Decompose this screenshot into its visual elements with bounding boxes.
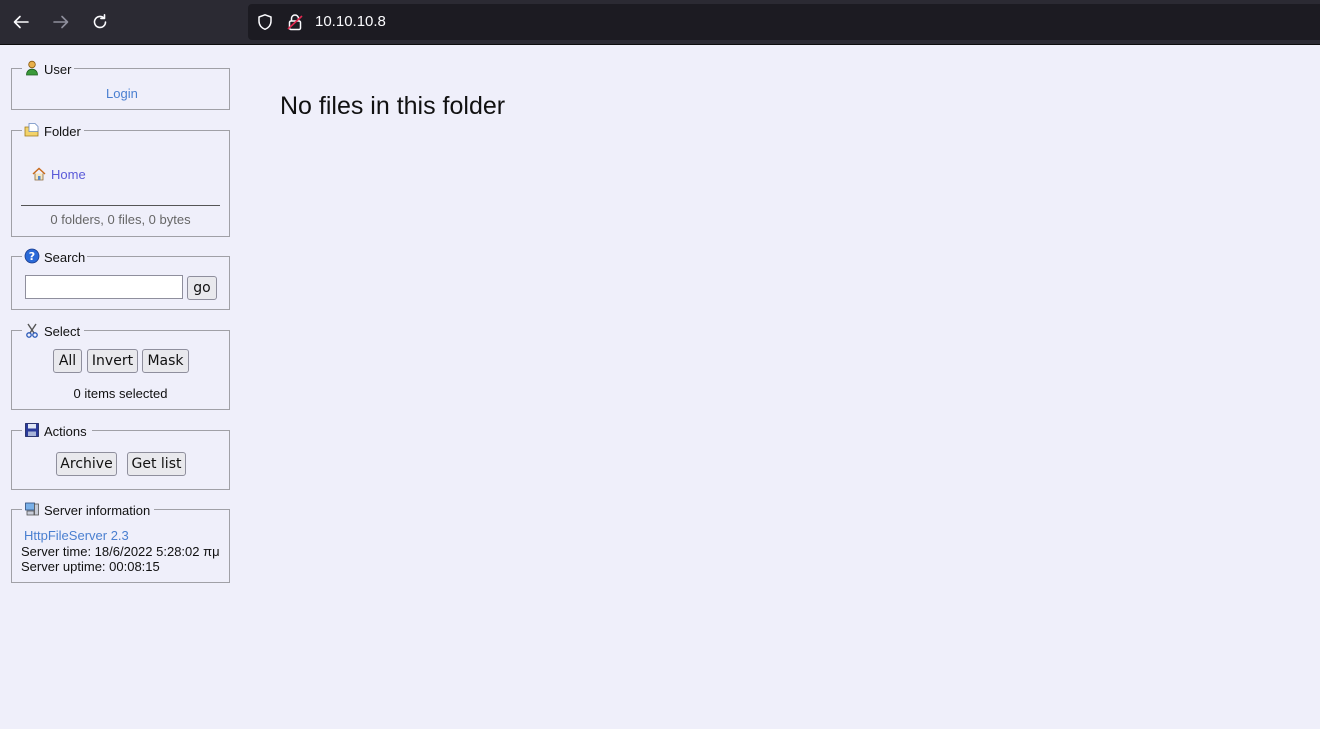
server-time: Server time: 18/6/2022 5:28:02 πμ — [21, 544, 220, 559]
computer-icon — [25, 502, 39, 516]
select-panel: Select All Invert Mask 0 items selected — [11, 321, 230, 410]
svg-text:?: ? — [29, 250, 35, 263]
server-info-panel: Server information HttpFileServer 2.3 Se… — [11, 500, 230, 583]
url-text[interactable]: 10.10.10.8 — [315, 13, 386, 30]
arrow-right-icon — [53, 15, 69, 29]
actions-legend: Actions — [22, 421, 88, 439]
folder-panel: Folder Home 0 folders, 0 files, 0 bytes — [11, 121, 230, 237]
folder-legend: Folder — [22, 121, 82, 139]
folder-icon — [24, 123, 39, 137]
user-legend: User — [22, 59, 73, 77]
user-legend-label: User — [44, 62, 72, 77]
select-legend-label: Select — [44, 324, 81, 339]
selected-count: 0 items selected — [73, 386, 168, 401]
login-link[interactable]: Login — [106, 86, 138, 101]
select-mask-button[interactable]: Mask — [142, 349, 189, 373]
reload-icon — [93, 14, 107, 29]
server-info-legend-label: Server information — [44, 503, 151, 518]
select-legend: Select — [22, 321, 82, 339]
select-invert-button[interactable]: Invert — [87, 349, 138, 373]
search-panel: ? Search go — [11, 247, 230, 310]
save-disk-icon — [25, 423, 39, 437]
server-info-legend: Server information — [22, 500, 152, 518]
search-go-button[interactable]: go — [187, 276, 217, 300]
browser-toolbar: 10.10.10.8 — [0, 0, 1320, 44]
actions-panel: Actions Archive Get list — [11, 421, 230, 490]
server-uptime: Server uptime: 00:08:15 — [21, 559, 160, 574]
back-button[interactable] — [9, 10, 33, 34]
user-panel: User Login — [11, 59, 230, 110]
scissors-icon — [26, 323, 38, 338]
shield-icon[interactable] — [256, 13, 274, 31]
folder-divider — [21, 205, 220, 206]
reload-button[interactable] — [88, 10, 112, 34]
folder-legend-label: Folder — [44, 124, 81, 139]
home-link[interactable]: Home — [31, 166, 86, 182]
home-link-label[interactable]: Home — [51, 167, 86, 182]
user-icon — [26, 60, 38, 76]
search-legend: ? Search — [22, 247, 87, 265]
insecure-lock-icon[interactable] — [286, 13, 304, 31]
empty-folder-message: No files in this folder — [280, 92, 506, 120]
page-content: User Login Folder Home 0 folders, 0 file… — [0, 45, 1320, 729]
search-legend-label: Search — [44, 250, 86, 265]
get-list-button[interactable]: Get list — [127, 452, 186, 476]
actions-legend-label: Actions — [44, 424, 87, 439]
archive-button[interactable]: Archive — [56, 452, 117, 476]
home-icon — [32, 167, 46, 181]
help-icon: ? — [24, 248, 40, 264]
url-bar[interactable]: 10.10.10.8 — [248, 4, 1320, 40]
search-input[interactable] — [25, 275, 183, 299]
folder-stats: 0 folders, 0 files, 0 bytes — [50, 212, 191, 227]
arrow-left-icon — [13, 15, 29, 29]
select-all-button[interactable]: All — [53, 349, 82, 373]
forward-button[interactable] — [49, 10, 73, 34]
hfs-version-link[interactable]: HttpFileServer 2.3 — [24, 528, 129, 543]
